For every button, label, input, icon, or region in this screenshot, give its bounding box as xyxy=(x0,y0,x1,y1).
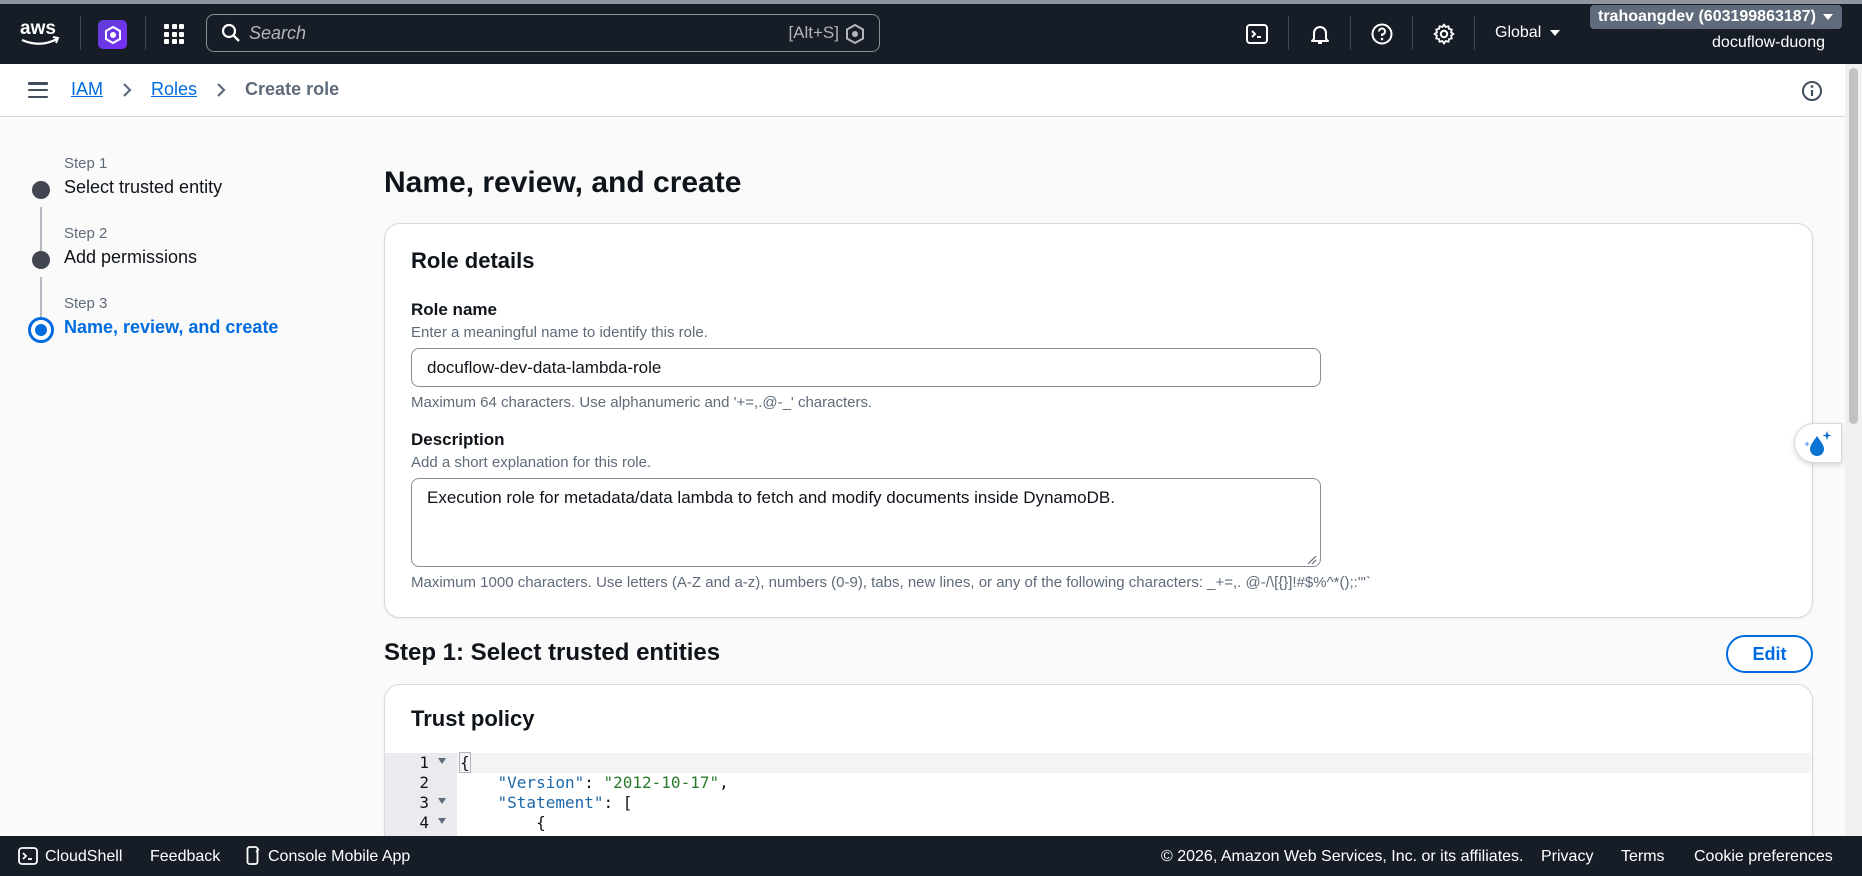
settings-gear-icon[interactable] xyxy=(1432,22,1456,46)
aws-logo-icon[interactable]: aws xyxy=(20,18,60,48)
breadcrumb: IAM Roles Create role xyxy=(71,79,339,100)
description-textarea[interactable]: Execution role for metadata/data lambda … xyxy=(411,478,1321,567)
console-footer: CloudShell Feedback Console Mobile App ©… xyxy=(0,836,1862,876)
top-navigation: aws [Alt+S] Global xyxy=(0,0,1862,64)
card-title: Trust policy xyxy=(411,706,535,731)
code-line: 1 { xyxy=(385,752,1812,773)
step1-section-title: Step 1: Select trusted entities xyxy=(384,639,721,666)
code-line: 4 { xyxy=(385,813,1812,833)
amazon-q-assistant-button[interactable] xyxy=(1794,423,1842,463)
role-name-constraint: Maximum 64 characters. Use alphanumeric … xyxy=(411,394,873,411)
footer-cookie-preferences-link[interactable]: Cookie preferences xyxy=(1694,848,1833,866)
account-menu[interactable]: trahoangdev (603199863187) xyxy=(1590,5,1842,29)
nav-divider xyxy=(1474,16,1475,50)
line-number: 3 xyxy=(419,793,429,812)
search-icon xyxy=(221,23,240,42)
help-icon[interactable] xyxy=(1370,22,1394,46)
svg-text:aws: aws xyxy=(20,18,56,39)
footer-cloudshell-link[interactable]: CloudShell xyxy=(45,848,122,866)
region-label: Global xyxy=(1495,24,1542,41)
cloudshell-icon xyxy=(18,847,38,865)
role-name-input[interactable] xyxy=(411,348,1321,387)
edit-trusted-entities-button[interactable]: Edit xyxy=(1726,635,1813,673)
role-name-label: Role name xyxy=(411,300,497,319)
sparkle-drop-icon xyxy=(1804,431,1832,456)
step-connector xyxy=(40,207,42,255)
fold-caret-icon[interactable] xyxy=(438,798,446,804)
matched-bracket: { xyxy=(459,752,471,773)
step-label: Step 1 xyxy=(64,155,108,172)
step-complete-dot xyxy=(32,251,50,269)
fold-caret-icon[interactable] xyxy=(438,758,446,764)
nav-divider xyxy=(80,16,81,50)
caret-down-icon xyxy=(1550,30,1561,36)
chevron-right-icon xyxy=(123,82,132,97)
step-label: Step 3 xyxy=(64,295,108,312)
info-icon[interactable] xyxy=(1801,80,1823,102)
q-assistant-icon xyxy=(846,24,864,44)
description-help: Add a short explanation for this role. xyxy=(411,454,652,471)
step-title: Add permissions xyxy=(64,247,198,267)
nav-divider xyxy=(145,16,146,50)
footer-terms-link[interactable]: Terms xyxy=(1621,848,1665,866)
nav-divider xyxy=(1412,16,1413,50)
code-text: { xyxy=(459,752,471,773)
breadcrumb-bar: IAM Roles Create role xyxy=(0,64,1845,117)
breadcrumb-current: Create role xyxy=(245,79,340,99)
code-text: "Statement": [ xyxy=(497,793,633,812)
fold-caret-icon[interactable] xyxy=(438,818,446,824)
menu-hamburger-icon[interactable] xyxy=(28,82,48,98)
step-complete-dot xyxy=(32,181,50,199)
code-text: { xyxy=(536,813,546,832)
role-details-card: Role details Role name Enter a meaningfu… xyxy=(384,223,1813,618)
card-title: Role details xyxy=(411,248,535,273)
search-input[interactable] xyxy=(249,22,749,44)
code-line: 3 "Statement": [ xyxy=(385,793,1812,813)
footer-copyright: © 2026, Amazon Web Services, Inc. or its… xyxy=(1161,848,1524,865)
breadcrumb-link-roles[interactable]: Roles xyxy=(151,79,197,100)
line-number: 4 xyxy=(419,813,429,832)
notifications-bell-icon[interactable] xyxy=(1308,22,1332,46)
caret-down-icon xyxy=(1822,14,1833,20)
chevron-right-icon xyxy=(217,82,226,97)
window-top-edge xyxy=(0,0,1862,4)
role-name-description: Enter a meaningful name to identify this… xyxy=(411,324,708,341)
nav-divider xyxy=(1288,16,1289,50)
mobile-phone-icon xyxy=(246,846,260,865)
cloudshell-icon[interactable] xyxy=(1245,22,1269,46)
code-text: "Version": "2012-10-17", xyxy=(497,773,729,792)
resize-handle-icon[interactable] xyxy=(1307,555,1317,565)
scrollbar-thumb[interactable] xyxy=(1849,68,1858,424)
services-grid-icon[interactable] xyxy=(164,24,184,44)
step-title: Name, review, and create xyxy=(64,317,279,337)
step-title: Select trusted entity xyxy=(64,177,223,197)
description-constraint: Maximum 1000 characters. Use letters (A-… xyxy=(411,574,1371,591)
breadcrumb-link-iam[interactable]: IAM xyxy=(71,79,103,100)
description-label: Description xyxy=(411,430,505,449)
search-bar[interactable]: [Alt+S] xyxy=(206,14,880,52)
step-label: Step 2 xyxy=(64,225,108,242)
footer-feedback-link[interactable]: Feedback xyxy=(150,848,220,866)
footer-mobile-app-link[interactable]: Console Mobile App xyxy=(268,848,410,866)
page-scrollbar[interactable] xyxy=(1845,64,1862,836)
nav-divider xyxy=(1350,16,1351,50)
search-shortcut-hint: [Alt+S] xyxy=(788,23,839,42)
account-name: trahoangdev (603199863187) xyxy=(1598,8,1816,25)
account-alias: docuflow-duong xyxy=(1712,34,1825,51)
app-shortcut-icon[interactable] xyxy=(98,20,127,49)
footer-privacy-link[interactable]: Privacy xyxy=(1541,848,1593,866)
code-line: 2 "Version": "2012-10-17", xyxy=(385,773,1812,793)
line-number: 1 xyxy=(419,753,429,772)
page-title: Name, review, and create xyxy=(384,166,742,199)
line-number: 2 xyxy=(419,773,429,792)
step-active-dot xyxy=(28,317,54,343)
region-selector[interactable]: Global xyxy=(1495,24,1561,42)
